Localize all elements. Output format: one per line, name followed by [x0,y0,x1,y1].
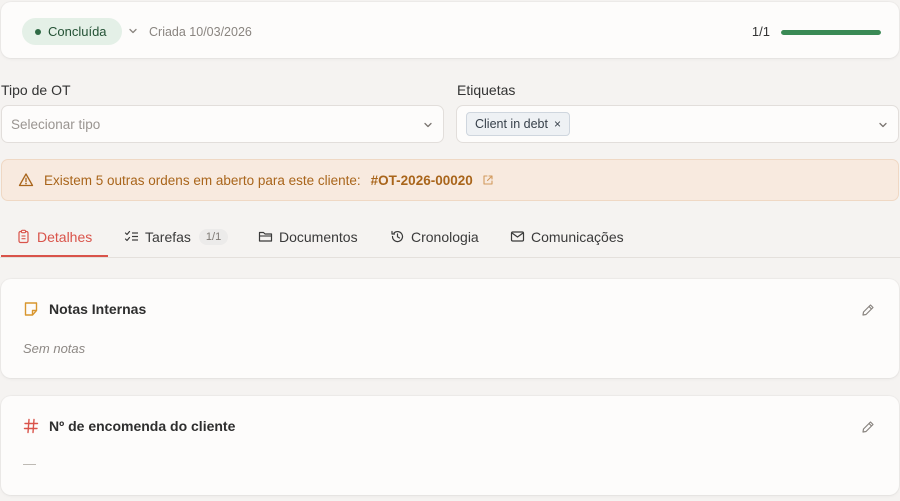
tags-label: Etiquetas [457,82,516,98]
remove-tag-icon[interactable]: × [554,117,561,131]
tab-detalhes[interactable]: Detalhes [16,216,92,257]
type-placeholder: Selecionar tipo [11,116,101,132]
folder-icon [258,231,273,242]
tab-label: Tarefas [145,228,191,245]
status-badge[interactable]: Concluída [22,18,122,45]
pencil-icon[interactable] [861,420,875,434]
progress-bar-fill [781,30,881,35]
section-title: Notas Internas [49,301,147,317]
tag-label: Client in debt [475,117,548,131]
tab-tarefas[interactable]: Tarefas 1/1 [124,216,229,257]
task-count-badge: 1/1 [198,228,229,245]
progress-bar [781,30,881,35]
tab-label: Documentos [279,228,358,245]
clipboard-icon [18,229,29,244]
created-date: Criada 10/03/2026 [149,25,252,39]
chevron-down-icon[interactable] [128,26,138,36]
hash-icon [23,418,39,434]
chevron-down-icon [424,122,432,128]
pencil-icon[interactable] [861,303,875,317]
history-icon [391,230,404,243]
mail-icon [510,231,525,242]
tab-bar: Detalhes Tarefas 1/1 Documentos Cronolog… [0,216,900,258]
status-label: Concluída [48,24,107,39]
notes-empty-text: Sem notas [23,341,86,356]
status-card: Concluída Criada 10/03/2026 1/1 [1,2,899,58]
internal-notes-card: Notas Internas Sem notas [1,279,899,378]
tab-comunicacoes[interactable]: Comunicações [510,216,624,257]
external-link-icon[interactable] [482,174,494,186]
progress-label: 1/1 [751,24,770,39]
tab-label: Comunicações [531,228,624,245]
open-orders-alert: Existem 5 outras ordens em aberto para e… [1,159,899,201]
warning-triangle-icon [18,173,34,187]
customer-order-number-card: Nº de encomenda do cliente — [1,396,899,495]
checklist-icon [124,230,138,242]
tab-label: Detalhes [37,228,93,245]
order-link[interactable]: #OT-2026-00020 [371,173,473,188]
type-select[interactable]: Selecionar tipo [1,105,444,143]
tab-documentos[interactable]: Documentos [258,216,358,257]
note-icon [24,302,38,316]
section-title: Nº de encomenda do cliente [49,418,236,434]
tab-cronologia[interactable]: Cronologia [390,216,479,257]
tag-chip: Client in debt × [466,112,570,136]
tags-select[interactable]: Client in debt × [456,105,899,143]
order-number-empty-value: — [23,456,36,471]
alert-message: Existem 5 outras ordens em aberto para e… [44,172,361,188]
status-dot [35,28,41,35]
tab-label: Cronologia [411,228,479,245]
active-tab-indicator [1,255,108,257]
type-label: Tipo de OT [1,82,71,98]
chevron-down-icon [879,122,887,128]
